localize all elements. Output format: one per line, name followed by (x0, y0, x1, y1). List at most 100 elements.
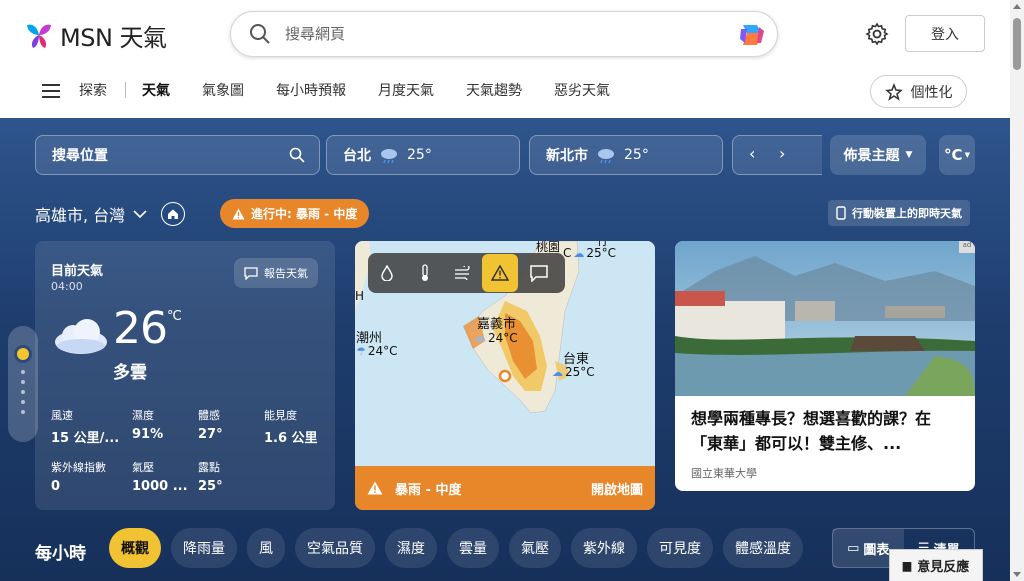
current-weather-card: 目前天氣 04:00 報告天氣 26 °C 多雲 風速 15 公里/... 濕度 91… (35, 241, 335, 510)
nav-item-monthly-weather[interactable]: 月度天氣 (378, 80, 434, 100)
news-card[interactable]: ad 想學兩種專長？想選喜歡的課？在「東華」都可以！雙主修、... 國立東華大學 (675, 241, 975, 491)
warning-icon (367, 481, 383, 495)
rain-cloud-icon: ☁ (552, 365, 563, 379)
scroll-down-arrow-icon[interactable] (1013, 572, 1021, 577)
nav-item-hourly-forecast[interactable]: 每小時預報 (276, 80, 346, 100)
chip-cloud-cover[interactable]: 雲量 (447, 528, 499, 568)
map-alert-footer[interactable]: 暴雨 - 中度 開啟地圖 (355, 466, 655, 510)
city-name: 新北市 (546, 148, 588, 164)
weather-map-card[interactable]: 桃園 竹 C ☁ 25°C H 嘉義市 ☁ 24°C 潮州 ☂ 24°C 台東 ☁ 2… (355, 241, 655, 510)
city-temp: 25° (624, 147, 649, 163)
mobile-weather-link[interactable]: 行動裝置上的即時天氣 (828, 200, 970, 226)
scrollbar-thumb[interactable] (1013, 18, 1021, 70)
metric-humidity: 濕度 91% (132, 409, 164, 442)
cloudy-icon (55, 319, 107, 354)
nav-divider (125, 82, 126, 98)
web-search-input[interactable] (285, 25, 705, 43)
news-title[interactable]: 想學兩種專長？想選喜歡的課？在「東華」都可以！雙主修、... (691, 406, 961, 456)
search-icon (250, 24, 270, 44)
current-temperature: 26 °C (113, 303, 182, 354)
temp-unit: °C (167, 309, 182, 324)
news-source: 國立東華大學 (691, 467, 757, 480)
temperature-layer-icon[interactable] (406, 253, 444, 293)
chevron-left-icon[interactable]: ‹ (749, 144, 755, 163)
current-condition: 多雲 (113, 363, 147, 383)
sun-icon[interactable] (14, 345, 32, 363)
hourly-chip-row: 概觀 降雨量 風 空氣品質 濕度 雲量 氣壓 紫外線 可見度 體感溫度 (109, 528, 803, 568)
map-temp-chaozhou: ☂ 24°C (356, 344, 398, 358)
theme-label: 佈景主題 (843, 148, 900, 164)
copilot-icon[interactable] (737, 21, 767, 49)
location-search-box[interactable]: 搜尋位置 (35, 135, 320, 175)
rain-cloud-icon (598, 149, 614, 164)
favorite-city-new-taipei[interactable]: 新北市 25° (529, 135, 723, 175)
chip-overview[interactable]: 概觀 (109, 528, 161, 568)
metric-uv-index: 紫外線指數 0 (51, 461, 106, 494)
map-layer-toolbar (368, 253, 565, 293)
metric-visibility: 能見度 1.6 公里 (264, 409, 318, 446)
nav-item-weather-maps[interactable]: 氣象圖 (202, 80, 244, 100)
nav-item-weather-trends[interactable]: 天氣趨勢 (466, 80, 522, 100)
current-location-selector[interactable]: 高雄市, 台灣 (35, 202, 147, 226)
chip-feels-like[interactable]: 體感溫度 (723, 528, 803, 568)
open-map-link[interactable]: 開啟地圖 (591, 479, 643, 498)
unit-label: °C (944, 146, 963, 164)
map-temp-north: C ☁ 25°C (563, 246, 617, 260)
page-scrollbar[interactable] (1010, 0, 1024, 581)
favorite-city-partial[interactable] (732, 135, 822, 175)
caret-down-icon: ▼ (964, 151, 970, 159)
map-comment-button[interactable] (518, 253, 560, 293)
settings-gear-icon[interactable] (865, 22, 889, 46)
chip-humidity[interactable]: 濕度 (385, 528, 437, 568)
location-name: 高雄市, 台灣 (35, 206, 126, 225)
chart-icon: ▭ (847, 540, 860, 556)
map-alert-label: 暴雨 - 中度 (395, 482, 462, 498)
severe-weather-layer-icon[interactable] (482, 254, 518, 292)
personalize-button[interactable]: 個性化 (870, 75, 967, 108)
home-icon[interactable] (161, 202, 185, 226)
map-temp-chiayi: ☁ 24°C (473, 330, 518, 345)
chip-air-quality[interactable]: 空氣品質 (295, 528, 375, 568)
city-name: 台北 (343, 148, 371, 164)
metric-dew-point: 露點 25° (198, 461, 223, 494)
report-weather-button[interactable]: 報告天氣 (234, 258, 318, 288)
feedback-button[interactable]: ▆ 意見反應 (889, 549, 983, 581)
current-weather-heading: 目前天氣 (51, 264, 104, 279)
wind-layer-icon[interactable] (444, 253, 482, 293)
main-nav: 探索 天氣 氣象圖 每小時預報 月度天氣 天氣趨勢 惡劣天氣 (79, 80, 642, 100)
precipitation-layer-icon[interactable] (368, 253, 406, 293)
hamburger-menu-icon[interactable] (42, 84, 60, 98)
login-button[interactable]: 登入 (905, 15, 985, 52)
metric-feels-like: 體感 27° (198, 409, 223, 442)
severe-weather-alert-badge[interactable]: 進行中: 暴雨 - 中度 (220, 199, 370, 228)
caret-down-icon: ▼ (905, 150, 913, 160)
top-bar: MSN 天氣 登入 探索 天氣 氣象圖 每小時預報 月度天氣 天氣趨勢 惡劣天氣… (0, 0, 1010, 118)
feedback-icon: ▆ (902, 559, 912, 572)
scroll-up-arrow-icon[interactable] (1013, 4, 1021, 9)
unit-dropdown[interactable]: °C ▼ (939, 135, 975, 175)
rain-cloud-icon: ☂ (356, 344, 366, 358)
map-label-partial-c: C (563, 246, 572, 260)
metric-wind: 風速 15 公里/... (51, 409, 120, 446)
map-label-taoyuan: 桃園 (536, 241, 561, 254)
chip-uv[interactable]: 紫外線 (571, 528, 637, 568)
nav-item-weather[interactable]: 天氣 (142, 80, 170, 100)
msn-weather-logo[interactable]: MSN 天氣 (24, 18, 167, 53)
favorite-city-taipei[interactable]: 台北 25° (326, 135, 520, 175)
web-search-box[interactable] (230, 11, 778, 57)
warning-icon (232, 208, 245, 219)
phone-icon (836, 206, 846, 220)
ad-badge[interactable]: ad (959, 241, 975, 253)
mobile-label: 行動裝置上的即時天氣 (852, 207, 962, 220)
nav-item-explore[interactable]: 探索 (79, 80, 107, 100)
campus-lake-photo (675, 241, 975, 396)
nav-item-severe-weather[interactable]: 惡劣天氣 (554, 80, 610, 100)
chip-visibility[interactable]: 可見度 (647, 528, 713, 568)
chip-pressure[interactable]: 氣壓 (509, 528, 561, 568)
rain-cloud-icon: ☁ (573, 246, 585, 260)
chip-precipitation[interactable]: 降雨量 (171, 528, 237, 568)
theme-dropdown[interactable]: 佈景主題 ▼ (830, 135, 926, 175)
time-of-day-slider[interactable] (8, 326, 38, 442)
chip-wind[interactable]: 風 (247, 528, 285, 568)
chevron-right-icon[interactable]: › (779, 144, 785, 163)
